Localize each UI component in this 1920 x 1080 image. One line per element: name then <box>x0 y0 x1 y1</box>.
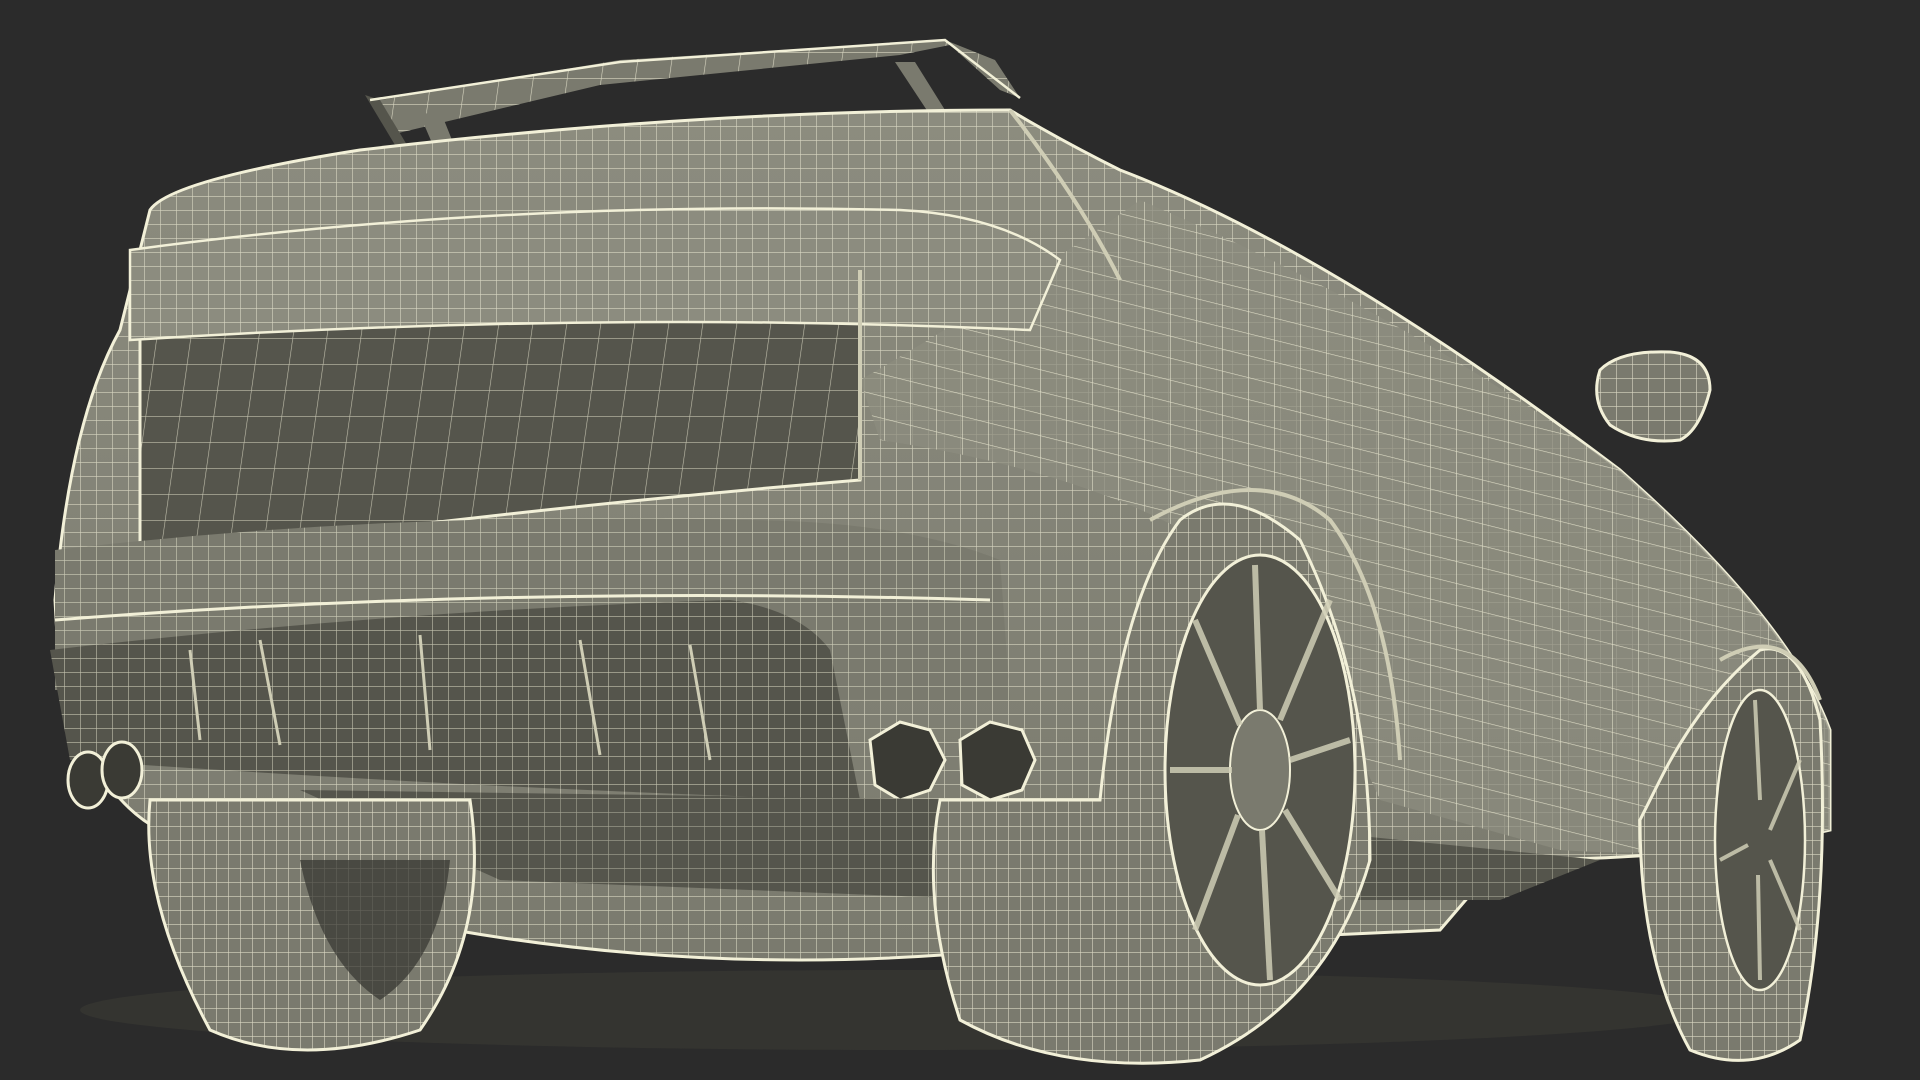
side-mirror <box>1595 350 1712 443</box>
wireframe-car-render <box>50 38 1832 1065</box>
render-viewport <box>0 0 1920 1080</box>
right-rear-rim <box>1163 553 1357 987</box>
